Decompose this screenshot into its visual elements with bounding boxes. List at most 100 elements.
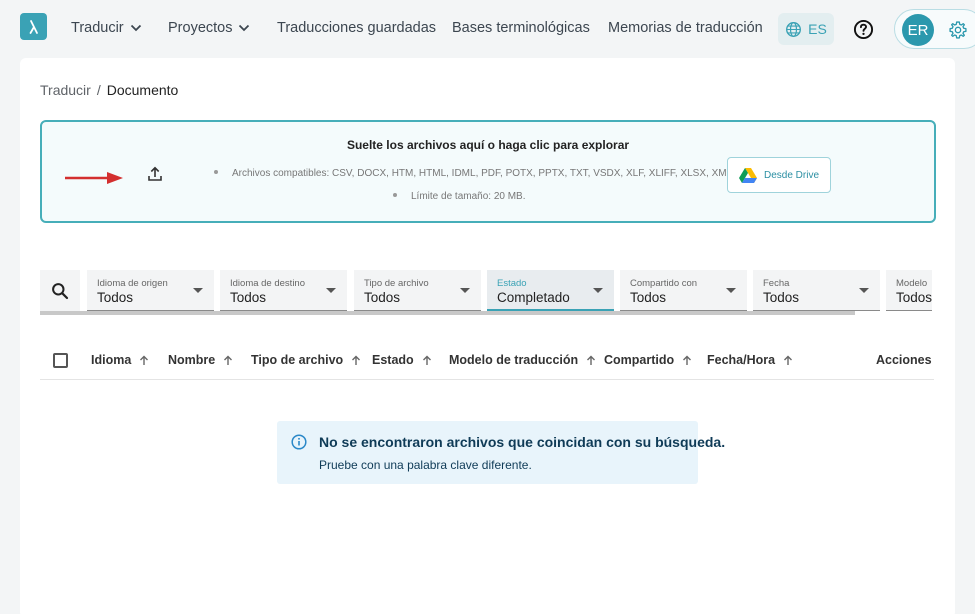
column-label: Tipo de archivo bbox=[251, 353, 344, 367]
filter-value: Todos bbox=[97, 290, 134, 305]
filter-target-language[interactable]: Idioma de destino Todos bbox=[220, 270, 347, 311]
filter-label: Idioma de origen bbox=[97, 278, 168, 289]
chevron-down-icon bbox=[239, 24, 250, 32]
caret-down-icon bbox=[460, 288, 470, 293]
filter-value: Todos bbox=[896, 290, 932, 305]
bullet bbox=[214, 170, 218, 175]
nav-proyectos-label: Proyectos bbox=[168, 20, 233, 36]
filter-scrollbar[interactable] bbox=[40, 311, 855, 315]
empty-state-alert: No se encontraron archivos que coincidan… bbox=[277, 421, 725, 484]
chevron-down-icon bbox=[130, 24, 141, 32]
filter-status[interactable]: Estado Completado bbox=[487, 270, 614, 311]
caret-down-icon bbox=[326, 288, 336, 293]
breadcrumb: Traducir / Documento bbox=[40, 82, 178, 98]
nav-traducir-label: Traducir bbox=[71, 20, 124, 36]
nav-bases-terminologicas-label: Bases terminológicas bbox=[452, 20, 590, 36]
table-header: Idioma Nombre Tipo de archivo Estado Mod… bbox=[40, 340, 934, 380]
nav-memorias-traduccion-label: Memorias de traducción bbox=[608, 20, 763, 36]
top-navigation: Traducir Proyectos Traducciones guardada… bbox=[0, 0, 975, 58]
logo-lambda-icon bbox=[29, 19, 38, 34]
filter-label: Estado bbox=[497, 278, 527, 289]
filter-label: Modelo bbox=[896, 278, 928, 289]
filter-source-language[interactable]: Idioma de origen Todos bbox=[87, 270, 214, 311]
nav-proyectos[interactable]: Proyectos bbox=[168, 20, 250, 36]
sort-arrow-up-icon[interactable] bbox=[139, 355, 149, 366]
info-icon bbox=[291, 434, 307, 450]
breadcrumb-separator: / bbox=[96, 82, 101, 98]
select-all-checkbox[interactable] bbox=[53, 353, 68, 368]
caret-down-icon bbox=[593, 288, 603, 293]
app-logo[interactable] bbox=[20, 13, 47, 40]
filter-bar: Idioma de origen Todos Idioma de destino… bbox=[40, 270, 933, 315]
filter-shared-with[interactable]: Compartido con Todos bbox=[620, 270, 747, 311]
caret-down-icon bbox=[859, 288, 869, 293]
filter-value: Todos bbox=[364, 290, 401, 305]
filter-date[interactable]: Fecha Todos bbox=[753, 270, 880, 311]
dropzone-size-limit-text: Límite de tamaño: 20 MB. bbox=[411, 191, 526, 202]
bullet bbox=[393, 193, 397, 198]
filter-value: Todos bbox=[630, 290, 667, 305]
filter-label: Idioma de destino bbox=[230, 278, 305, 289]
column-label: Estado bbox=[372, 353, 414, 367]
caret-down-icon bbox=[726, 288, 736, 293]
filter-label: Fecha bbox=[763, 278, 790, 289]
column-acciones: Acciones bbox=[876, 353, 932, 367]
breadcrumb-root[interactable]: Traducir bbox=[40, 82, 91, 98]
language-code: ES bbox=[808, 21, 827, 37]
nav-memorias-traduccion[interactable]: Memorias de traducción bbox=[608, 20, 763, 36]
sort-arrow-up-icon[interactable] bbox=[351, 355, 361, 366]
filter-label: Tipo de archivo bbox=[364, 278, 429, 289]
sort-arrow-up-icon[interactable] bbox=[586, 355, 596, 366]
drive-upload-button[interactable]: Desde Drive bbox=[727, 157, 831, 193]
column-nombre[interactable]: Nombre bbox=[168, 353, 233, 367]
filter-file-type[interactable]: Tipo de archivo Todos bbox=[354, 270, 481, 311]
avatar-initials: ER bbox=[907, 21, 929, 39]
globe-icon bbox=[786, 21, 802, 37]
empty-state-title: No se encontraron archivos que coincidan… bbox=[319, 434, 726, 450]
google-drive-icon bbox=[738, 168, 757, 183]
column-idioma[interactable]: Idioma bbox=[91, 353, 149, 367]
column-label: Acciones bbox=[876, 353, 932, 367]
sort-arrow-up-icon[interactable] bbox=[682, 355, 692, 366]
column-label: Fecha/Hora bbox=[707, 353, 776, 367]
nav-traducciones-guardadas-label: Traducciones guardadas bbox=[277, 20, 437, 36]
filter-value: Todos bbox=[230, 290, 267, 305]
filter-model[interactable]: Modelo Todos bbox=[886, 270, 932, 311]
dropzone-formats-text: Archivos compatibles: CSV, DOCX, HTM, HT… bbox=[232, 168, 733, 179]
language-selector[interactable]: ES bbox=[778, 13, 834, 45]
sort-arrow-up-icon[interactable] bbox=[422, 355, 432, 366]
sort-arrow-up-icon[interactable] bbox=[223, 355, 233, 366]
filter-value: Todos bbox=[763, 290, 800, 305]
dropzone-title: Suelte los archivos aquí o haga clic par… bbox=[346, 138, 630, 152]
help-icon[interactable] bbox=[853, 19, 874, 40]
column-modelo-traduccion[interactable]: Modelo de traducción bbox=[449, 353, 596, 367]
gear-icon[interactable] bbox=[948, 20, 968, 40]
file-dropzone[interactable]: Suelte los archivos aquí o haga clic par… bbox=[40, 120, 936, 223]
column-fecha-hora[interactable]: Fecha/Hora bbox=[707, 353, 793, 367]
sort-arrow-up-icon[interactable] bbox=[783, 355, 793, 366]
search-button[interactable] bbox=[40, 270, 80, 311]
nav-bases-terminologicas[interactable]: Bases terminológicas bbox=[452, 20, 590, 36]
main-panel: Traducir / Documento Suelte los archivos a… bbox=[20, 58, 955, 614]
caret-down-icon bbox=[193, 288, 203, 293]
drive-upload-label: Desde Drive bbox=[763, 169, 820, 181]
column-tipo-archivo[interactable]: Tipo de archivo bbox=[251, 353, 361, 367]
column-label: Idioma bbox=[91, 353, 132, 367]
column-estado[interactable]: Estado bbox=[372, 353, 432, 367]
breadcrumb-current: Documento bbox=[106, 82, 179, 98]
nav-traducir[interactable]: Traducir bbox=[71, 20, 142, 36]
column-label: Nombre bbox=[168, 353, 216, 367]
column-label: Modelo de traducción bbox=[449, 353, 579, 367]
column-compartido[interactable]: Compartido bbox=[604, 353, 692, 367]
filter-value: Completado bbox=[497, 290, 570, 305]
user-menu[interactable]: ER bbox=[894, 9, 975, 49]
avatar[interactable]: ER bbox=[902, 14, 934, 46]
nav-traducciones-guardadas[interactable]: Traducciones guardadas bbox=[277, 20, 436, 36]
upload-icon[interactable] bbox=[146, 165, 164, 183]
dropzone-size-limit: Límite de tamaño: 20 MB. bbox=[393, 191, 526, 202]
dropzone-formats: Archivos compatibles: CSV, DOCX, HTM, HT… bbox=[214, 168, 732, 179]
column-label: Compartido bbox=[604, 353, 675, 367]
empty-state-subtitle: Pruebe con una palabra clave diferente. bbox=[319, 458, 532, 472]
search-icon bbox=[52, 282, 69, 299]
filter-label: Compartido con bbox=[630, 278, 698, 289]
